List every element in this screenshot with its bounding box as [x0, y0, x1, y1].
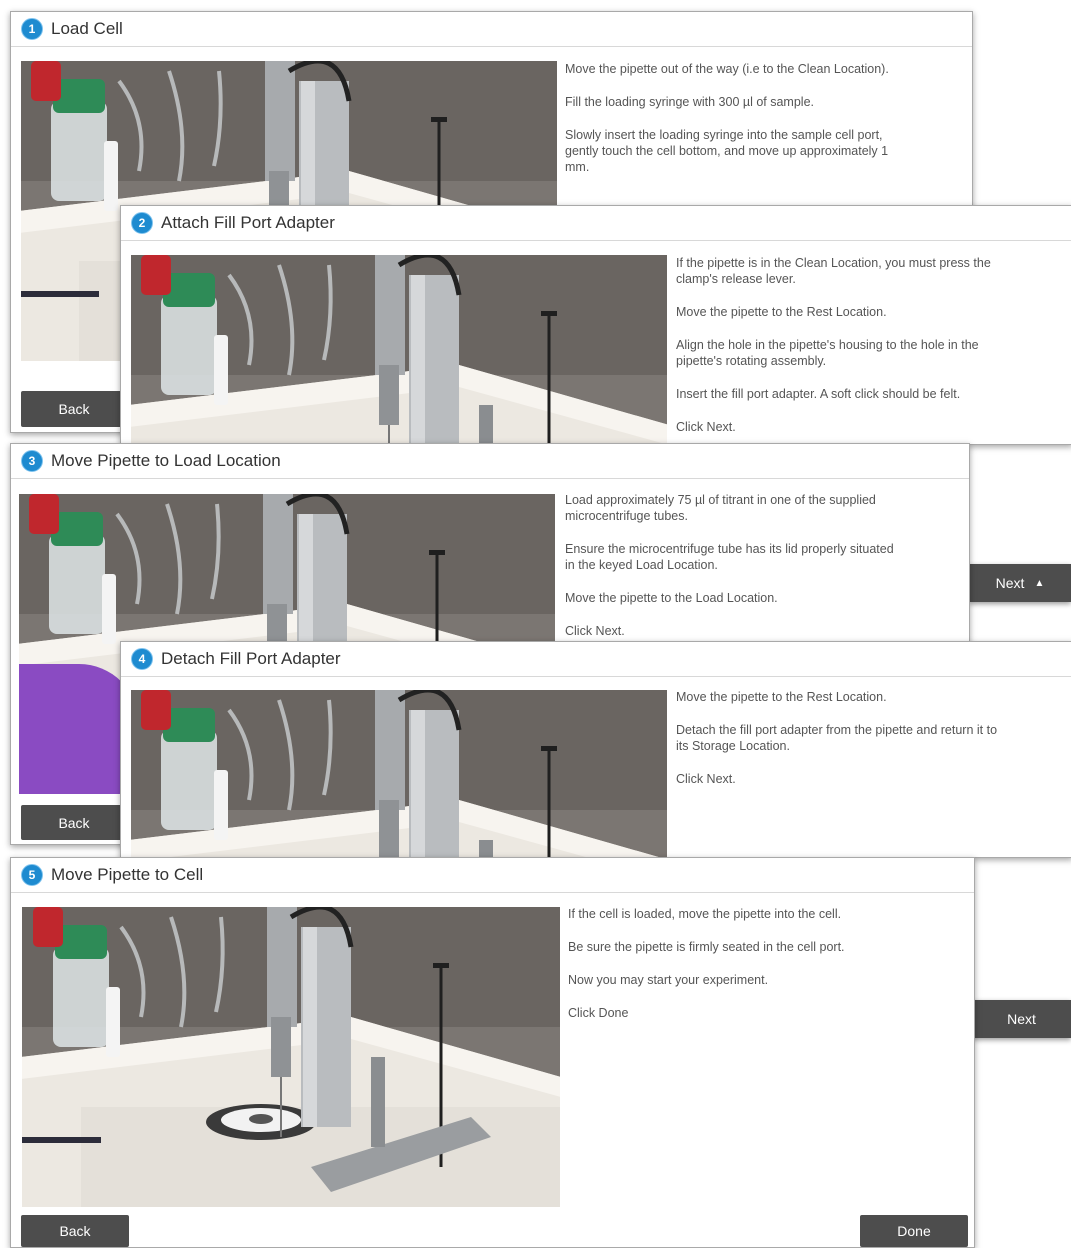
panel-title: Move Pipette to Load Location — [51, 451, 281, 470]
next-button[interactable]: Next — [972, 1000, 1071, 1038]
instruction-line: Move the pipette to the Load Location. — [565, 591, 778, 605]
instruction-line: Click Next. — [676, 772, 736, 786]
instruction-line: Ensure the microcentrifuge tube has its … — [565, 542, 894, 572]
instruction-line: Move the pipette to the Rest Location. — [676, 305, 887, 319]
panel-header: 4 Detach Fill Port Adapter — [121, 642, 1071, 677]
instruction-line: If the pipette is in the Clean Location,… — [676, 256, 991, 286]
instruction-line: Click Done — [568, 1006, 629, 1020]
step-panel-attach-fill-port-adapter: 2 Attach Fill Port Adapter If the pipett… — [120, 205, 1071, 445]
instruction-text: If the cell is loaded, move the pipette … — [568, 906, 898, 1038]
step-number-badge: 2 — [131, 212, 153, 234]
panel-title: Move Pipette to Cell — [51, 865, 204, 884]
instruction-line: Move the pipette to the Rest Location. — [676, 690, 887, 704]
panel-header: 3 Move Pipette to Load Location — [11, 444, 969, 479]
instruction-line: If the cell is loaded, move the pipette … — [568, 907, 842, 921]
back-button[interactable]: Back — [21, 391, 127, 427]
next-button[interactable]: Next ▲ — [969, 564, 1071, 602]
step-number-badge: 5 — [21, 864, 43, 886]
panel-title: Load Cell — [51, 19, 123, 38]
step-number-badge: 4 — [131, 648, 153, 670]
instruction-line: Align the hole in the pipette's housing … — [676, 338, 979, 368]
instruction-text: Load approximately 75 µl of titrant in o… — [565, 492, 895, 656]
step-panel-detach-fill-port-adapter: 4 Detach Fill Port Adapter Move the pipe… — [120, 641, 1071, 858]
instruction-line: Detach the fill port adapter from the pi… — [676, 723, 998, 753]
panel-title: Attach Fill Port Adapter — [161, 213, 335, 232]
step-panel-move-pipette-to-cell: 5 Move Pipette to Cell If the cell is lo… — [10, 857, 975, 1248]
instruction-line: Fill the loading syringe with 300 µl of … — [565, 95, 814, 109]
panel-header: 5 Move Pipette to Cell — [11, 858, 974, 893]
instruction-line: Move the pipette out of the way (i.e to … — [565, 62, 889, 76]
instruction-line: Slowly insert the loading syringe into t… — [565, 128, 889, 174]
instruction-text: Move the pipette to the Rest Location. D… — [676, 689, 1006, 804]
panel-title: Detach Fill Port Adapter — [161, 649, 341, 668]
next-button-label: Next — [995, 575, 1025, 591]
instruction-line: Click Next. — [676, 420, 736, 434]
instruction-line: Insert the fill port adapter. A soft cli… — [676, 387, 961, 401]
caret-up-icon: ▲ — [1034, 577, 1045, 589]
instruction-line: Click Next. — [565, 624, 625, 638]
instruction-line: Be sure the pipette is firmly seated in … — [568, 940, 845, 954]
panel-header: 2 Attach Fill Port Adapter — [121, 206, 1071, 241]
instruction-text: If the pipette is in the Clean Location,… — [676, 255, 1006, 444]
instruction-photo — [22, 907, 560, 1207]
done-button[interactable]: Done — [860, 1215, 968, 1247]
instruction-photo — [131, 690, 667, 857]
instruction-photo — [131, 255, 667, 444]
back-button[interactable]: Back — [21, 1215, 129, 1247]
step-number-badge: 1 — [21, 18, 43, 40]
instruction-line: Now you may start your experiment. — [568, 973, 769, 987]
instruction-text: Move the pipette out of the way (i.e to … — [565, 61, 895, 192]
back-button[interactable]: Back — [21, 805, 127, 840]
panel-header: 1 Load Cell — [11, 12, 972, 47]
step-number-badge: 3 — [21, 450, 43, 472]
instruction-line: Load approximately 75 µl of titrant in o… — [565, 493, 876, 523]
